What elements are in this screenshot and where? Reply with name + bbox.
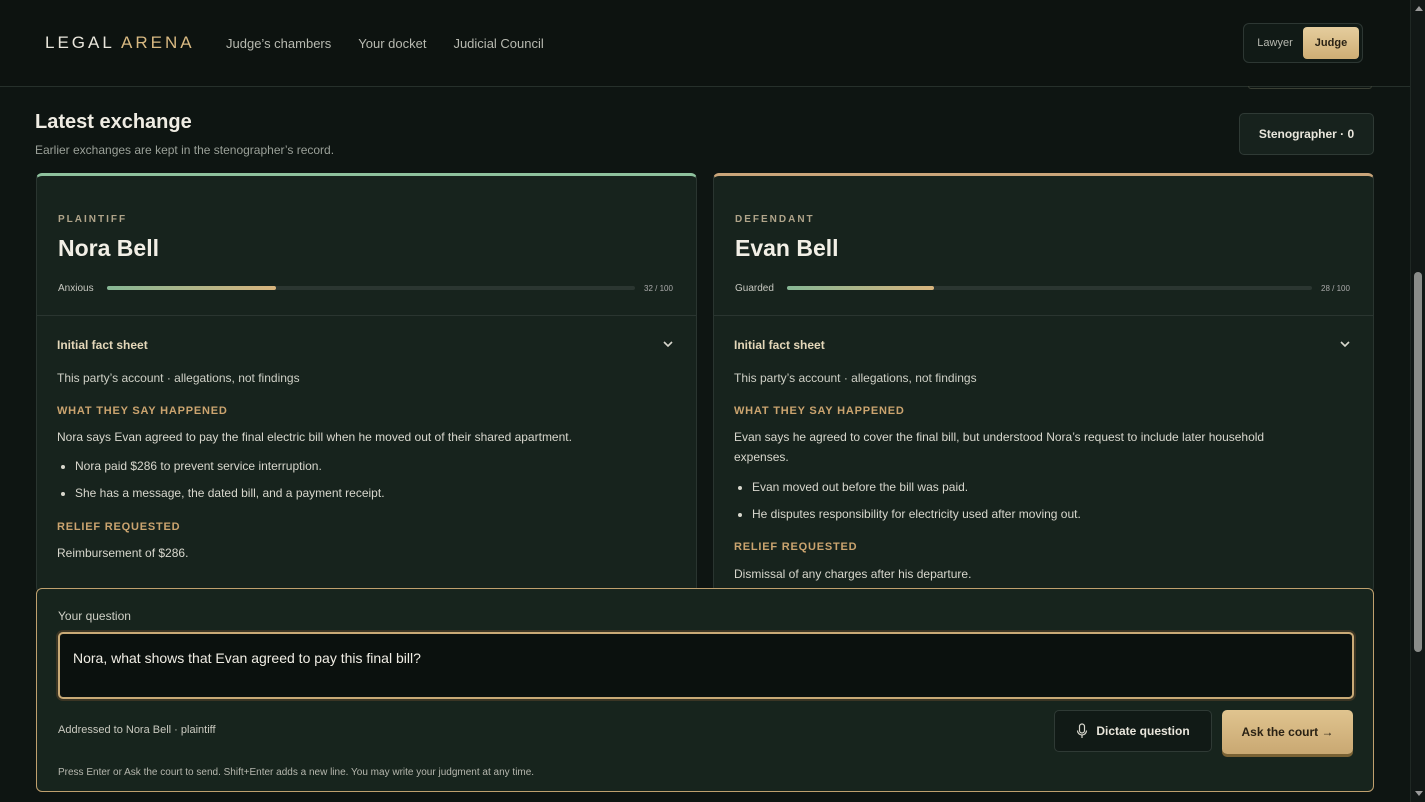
plaintiff-mood-label: Anxious bbox=[58, 283, 94, 294]
nav-judicial-council[interactable]: Judicial Council bbox=[453, 36, 543, 51]
defendant-name: Evan Bell bbox=[735, 235, 839, 261]
plaintiff-role-label: PLAINTIFF bbox=[58, 214, 128, 225]
list-item: He disputes responsibility for electrici… bbox=[752, 507, 1081, 534]
defendant-sheet-sub: This party’s account · allegations, not … bbox=[734, 371, 977, 385]
app-logo[interactable]: LEGAL ARENA bbox=[45, 33, 195, 53]
plaintiff-name: Nora Bell bbox=[58, 235, 159, 261]
defendant-relief-head: RELIEF REQUESTED bbox=[734, 541, 858, 553]
chevron-down-icon[interactable] bbox=[661, 337, 675, 351]
role-lawyer-button[interactable]: Lawyer bbox=[1247, 27, 1303, 59]
defendant-happened-line1: Evan says he agreed to cover the final b… bbox=[734, 430, 1265, 444]
addressed-to: Addressed to Nora Bell · plaintiff bbox=[58, 724, 216, 736]
ask-court-button[interactable]: Ask the court → bbox=[1222, 710, 1353, 754]
plaintiff-fact-sheet-toggle[interactable]: Initial fact sheet bbox=[57, 338, 148, 352]
list-item: She has a message, the dated bill, and a… bbox=[75, 486, 385, 513]
defendant-happened-head: WHAT THEY SAY HAPPENED bbox=[734, 405, 905, 417]
plaintiff-mood-fill bbox=[107, 286, 276, 290]
role-judge-button[interactable]: Judge bbox=[1303, 27, 1359, 59]
defendant-fact-sheet-toggle[interactable]: Initial fact sheet bbox=[734, 338, 825, 352]
microphone-icon bbox=[1077, 723, 1088, 738]
logo-main: LEGAL bbox=[45, 33, 115, 52]
question-input[interactable] bbox=[58, 632, 1354, 699]
plaintiff-relief-head: RELIEF REQUESTED bbox=[57, 521, 181, 533]
defendant-relief-text: Dismissal of any charges after his depar… bbox=[734, 567, 972, 581]
top-header: LEGAL ARENA Judge’s chambers Your docket… bbox=[0, 0, 1410, 87]
plaintiff-sheet-sub: This party’s account · allegations, not … bbox=[57, 371, 300, 385]
defendant-mood-label: Guarded bbox=[735, 283, 774, 294]
scroll-up-icon[interactable] bbox=[1415, 6, 1423, 11]
plaintiff-card-header: PLAINTIFF Nora Bell Anxious 32 / 100 bbox=[37, 176, 696, 316]
plaintiff-happened-head: WHAT THEY SAY HAPPENED bbox=[57, 405, 228, 417]
section-subtitle: Earlier exchanges are kept in the stenog… bbox=[35, 143, 335, 157]
defendant-happened-line2: expenses. bbox=[734, 450, 789, 464]
defendant-mood-fill bbox=[787, 286, 934, 290]
logo-accent: ARENA bbox=[120, 33, 195, 52]
plaintiff-card: PLAINTIFF Nora Bell Anxious 32 / 100 Ini… bbox=[36, 173, 697, 593]
list-item: Nora paid $286 to prevent service interr… bbox=[75, 459, 385, 486]
nav-your-docket[interactable]: Your docket bbox=[358, 36, 426, 51]
defendant-card-header: DEFENDANT Evan Bell Guarded 28 / 100 bbox=[714, 176, 1373, 316]
section-title: Latest exchange bbox=[35, 111, 192, 133]
defendant-card: DEFENDANT Evan Bell Guarded 28 / 100 Ini… bbox=[713, 173, 1374, 593]
dictate-question-button[interactable]: Dictate question bbox=[1054, 710, 1212, 752]
chevron-down-icon[interactable] bbox=[1338, 337, 1352, 351]
defendant-bullet-list: Evan moved out before the bill was paid.… bbox=[752, 480, 1081, 534]
dictate-label: Dictate question bbox=[1096, 724, 1190, 738]
defendant-mood-score: 28 / 100 bbox=[1321, 284, 1350, 293]
list-item: Evan moved out before the bill was paid. bbox=[752, 480, 1081, 507]
question-panel: Your question Addressed to Nora Bell · p… bbox=[36, 588, 1374, 792]
plaintiff-mood-bar bbox=[107, 286, 635, 290]
plaintiff-relief-text: Reimbursement of $286. bbox=[57, 546, 189, 560]
scroll-thumb[interactable] bbox=[1414, 272, 1422, 652]
defendant-happened-text: Evan says he agreed to cover the final b… bbox=[734, 427, 1264, 467]
nav-judges-chambers[interactable]: Judge’s chambers bbox=[226, 36, 331, 51]
send-hint: Press Enter or Ask the court to send. Sh… bbox=[58, 767, 535, 778]
toggle-shadow bbox=[1248, 86, 1372, 89]
role-toggle: Lawyer Judge bbox=[1243, 23, 1363, 63]
defendant-mood-bar bbox=[787, 286, 1312, 290]
plaintiff-mood-score: 32 / 100 bbox=[644, 284, 673, 293]
plaintiff-happened-text: Nora says Evan agreed to pay the final e… bbox=[57, 430, 572, 444]
plaintiff-bullet-list: Nora paid $286 to prevent service interr… bbox=[75, 459, 385, 513]
main-nav: Judge’s chambers Your docket Judicial Co… bbox=[226, 36, 544, 51]
defendant-role-label: DEFENDANT bbox=[735, 214, 815, 225]
stenographer-button[interactable]: Stenographer · 0 bbox=[1239, 113, 1374, 155]
page-scrollbar[interactable] bbox=[1410, 0, 1425, 802]
question-label: Your question bbox=[58, 609, 131, 623]
scroll-down-icon[interactable] bbox=[1415, 791, 1423, 796]
